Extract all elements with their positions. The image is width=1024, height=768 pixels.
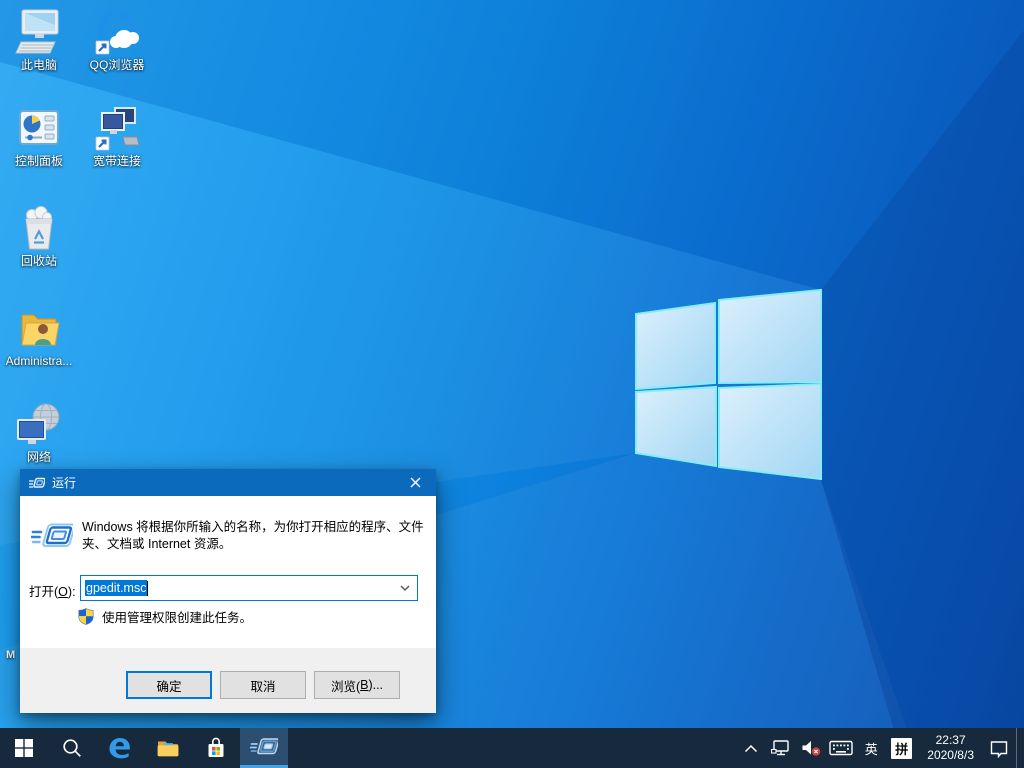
desktop-icon-broadband[interactable]: 宽带连接 [79,104,155,168]
user-folder-icon [15,304,63,352]
desktop-icon-label: 回收站 [1,254,77,268]
text-caret [147,581,148,596]
run-dialog-titlebar: 运行 [20,469,436,496]
chevron-up-icon [744,744,758,753]
windows-desktop: 此电脑 QQ浏览器 控制面板 [0,0,1024,768]
chevron-down-icon [400,585,410,591]
desktop-icon-this-pc[interactable]: 此电脑 [1,8,77,72]
desktop-icon-recycle-bin[interactable]: 回收站 [1,204,77,268]
taskbar-file-explorer-button[interactable] [144,728,192,768]
action-center-icon [989,739,1009,758]
desktop-icon-control-panel[interactable]: 控制面板 [1,104,77,168]
this-pc-icon [15,8,63,56]
run-app-icon [250,736,278,760]
touch-keyboard-icon [829,740,853,756]
language-indicator[interactable]: 英 [858,739,884,758]
uac-note-row: 使用管理权限创建此任务。 [78,607,252,626]
run-program-icon [31,520,73,556]
start-button[interactable] [0,728,48,768]
recycle-bin-icon [15,204,63,252]
show-desktop-button[interactable] [1016,728,1022,768]
clock-time: 22:37 [927,733,974,748]
ok-button[interactable]: 确定 [126,671,212,699]
run-dialog-title: 运行 [52,474,76,491]
close-icon [410,477,421,488]
cancel-button[interactable]: 取消 [220,671,306,699]
desktop-icon-label: 网络 [1,450,77,464]
combo-dropdown-button[interactable] [395,578,415,598]
file-explorer-icon [155,735,181,761]
uac-note-text: 使用管理权限创建此任务。 [102,607,252,626]
ime-mode-indicator[interactable]: 拼 [891,738,912,759]
desktop-icon-label: 宽带连接 [79,154,155,168]
microsoft-store-icon [204,736,228,760]
volume-muted-icon [801,739,821,757]
input-selected-text: gpedit.msc [85,580,147,596]
partially-hidden-icon-label: M [6,649,15,661]
desktop-icon-administrator-folder[interactable]: Administra... [1,304,77,368]
volume-tray-button[interactable] [798,728,824,768]
run-dialog: 运行 Windows 将根据你所输入的名称，为你打开相应的程序、文件夹、文档或 … [20,469,436,713]
action-center-button[interactable] [986,728,1012,768]
network-tray-button[interactable] [768,728,794,768]
system-tray: 英 拼 22:37 2020/8/3 [738,728,1024,768]
desktop-icon-label: Administra... [1,354,77,368]
broadband-connection-icon [93,104,141,152]
search-icon [62,738,82,758]
desktop-icon-network[interactable]: 网络 [1,400,77,464]
uac-shield-icon [78,608,94,625]
run-titlebar-icon [29,476,45,490]
control-panel-icon [15,104,63,152]
taskbar-edge-button[interactable] [96,728,144,768]
taskbar: 英 拼 22:37 2020/8/3 [0,728,1024,768]
open-command-input[interactable]: gpedit.msc [80,575,418,601]
qq-browser-icon [93,8,141,56]
browse-button[interactable]: 浏览(B)... [314,671,400,699]
desktop-icon-label: 此电脑 [1,58,77,72]
desktop-icon-label: QQ浏览器 [79,58,155,72]
close-button[interactable] [394,469,436,496]
clock-date: 2020/8/3 [927,748,974,763]
edge-browser-icon [107,735,133,761]
search-button[interactable] [48,728,96,768]
taskbar-empty-area [288,728,738,768]
desktop-icon-label: 控制面板 [1,154,77,168]
desktop-icon-qq-browser[interactable]: QQ浏览器 [79,8,155,72]
taskbar-run-button[interactable] [240,728,288,768]
network-icon [15,400,63,448]
hidden-icons-button[interactable] [738,728,764,768]
run-dialog-message: Windows 将根据你所输入的名称，为你打开相应的程序、文件夹、文档或 Int… [82,519,424,553]
touch-keyboard-button[interactable] [828,728,854,768]
network-icon [771,739,791,757]
open-field-label: 打开(O): [29,581,76,600]
taskbar-store-button[interactable] [192,728,240,768]
windows-start-icon [15,739,33,757]
taskbar-clock[interactable]: 22:37 2020/8/3 [919,728,982,768]
